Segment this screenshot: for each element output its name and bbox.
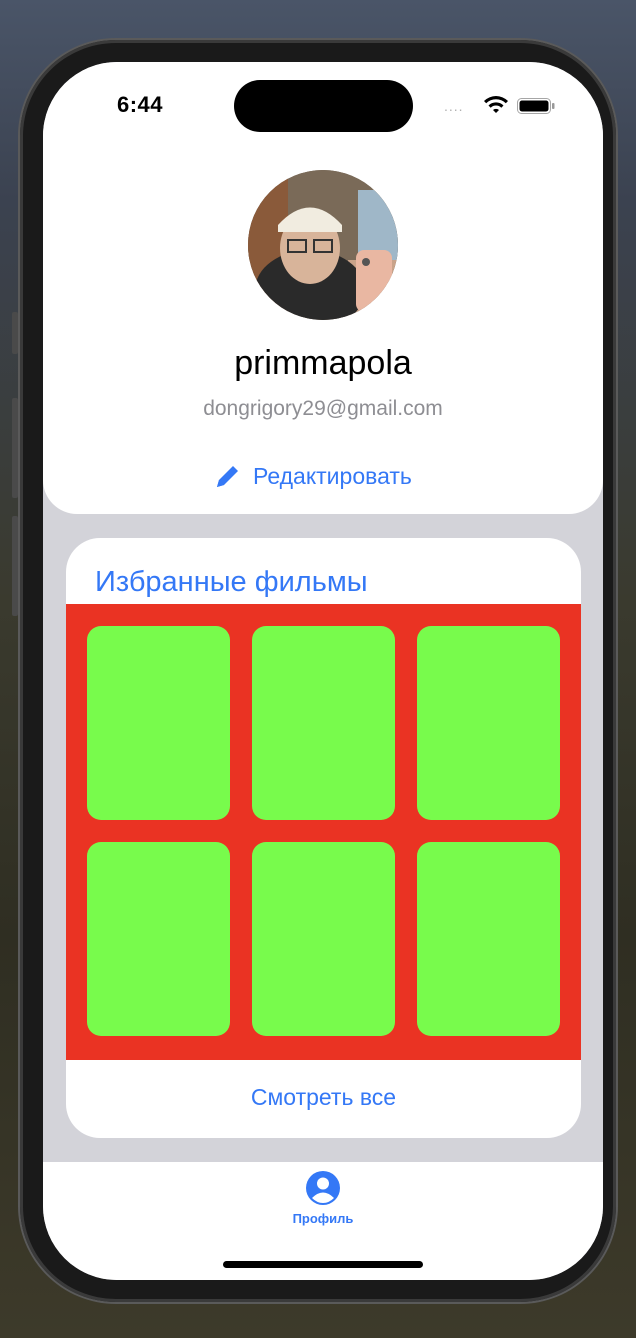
user-email: dongrigory29@gmail.com [203,397,443,420]
volume-up-button [12,398,18,498]
status-time: 6:44 [117,92,164,117]
favorite-movies-card: Избранные фильмы Смотреть все [66,538,581,1138]
favorite-movies-grid [66,604,581,1060]
edit-profile-label: Редактировать [253,462,412,489]
wifi-icon [484,96,508,113]
movie-poster[interactable] [87,842,230,1036]
person-circle-icon [306,1171,340,1205]
username: primmapola [234,344,412,382]
tab-profile[interactable]: Профиль [283,1170,363,1230]
edit-profile-button[interactable]: Редактировать [213,458,412,494]
dynamic-island [234,80,413,132]
tab-profile-label: Профиль [292,1211,354,1226]
silent-switch [12,312,18,354]
movie-poster[interactable] [417,842,560,1036]
avatar-photo [248,170,398,320]
volume-down-button [12,516,18,616]
battery-icon [517,98,555,114]
phone-screen: 6:44 .... primmapola dongrigory29@gmail.… [43,62,603,1280]
movie-poster[interactable] [252,626,395,820]
avatar [248,170,398,320]
favorite-movies-title: Избранные фильмы [95,566,368,598]
movie-poster[interactable] [252,842,395,1036]
profile-card: 6:44 .... primmapola dongrigory29@gmail.… [43,62,603,514]
home-indicator [223,1261,423,1268]
see-all-button[interactable]: Смотреть все [66,1084,581,1111]
movie-poster[interactable] [417,626,560,820]
status-bar: 6:44 .... [43,62,603,132]
signal-dots: .... [444,98,464,114]
pencil-icon [217,466,238,487]
movie-poster[interactable] [87,626,230,820]
